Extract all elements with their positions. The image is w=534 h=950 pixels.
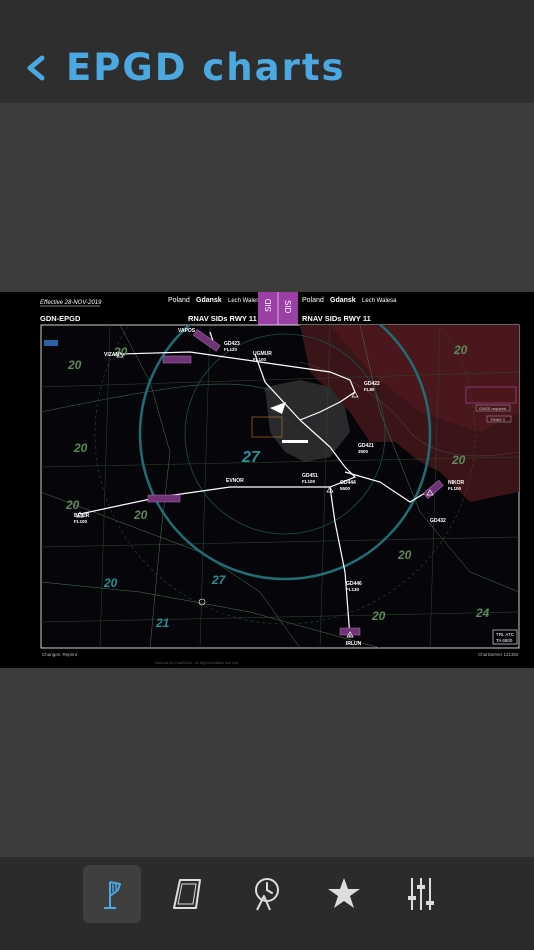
star-icon — [328, 878, 360, 908]
chart-footer-right: ChartServer 121302 — [478, 652, 519, 657]
chart-page-icon — [173, 879, 201, 909]
msa-14: 20 — [103, 576, 118, 590]
procedure-left: RNAV SIDs RWY 11 — [188, 314, 257, 323]
trans-level: TRL ATC — [496, 632, 515, 637]
msa-8: 20 — [397, 548, 412, 562]
lvl-5: FL100 — [302, 479, 316, 484]
back-button[interactable] — [24, 44, 48, 92]
lvl-6: 5500 — [340, 486, 351, 491]
country-left: Poland — [168, 297, 190, 304]
chart-footer-left: Changes: Reprint — [42, 652, 78, 657]
wp-irlun: IRLUN — [346, 641, 362, 647]
city-left: Gdansk — [196, 297, 222, 304]
gnss-note: GNSS required — [479, 406, 506, 411]
charts-tab[interactable] — [159, 865, 217, 923]
clock-history-icon — [255, 878, 279, 911]
msa-10: 24 — [475, 606, 490, 620]
procedure-right: RNAV SIDs RWY 11 — [302, 314, 371, 323]
msa-9: 20 — [371, 609, 386, 623]
tab-bar — [0, 857, 534, 950]
lvl-3: FL80 — [364, 387, 375, 392]
lvl-7: FL100 — [74, 519, 88, 524]
city-right: Gdansk — [330, 297, 356, 304]
icao-code: GDN-EPGD — [40, 314, 81, 323]
msa-12: 27 — [211, 573, 227, 587]
sid-badge-left: SID — [264, 298, 273, 312]
chart-watermark: NavData by ChartCloud - for flight simul… — [155, 661, 239, 665]
lvl-8: FL100 — [448, 486, 462, 491]
msa-4: 20 — [65, 498, 80, 512]
msa-6: 20 — [453, 343, 468, 357]
sliders-icon — [408, 878, 434, 910]
msa-3: 20 — [73, 441, 88, 455]
header-bar: EPGD charts — [0, 0, 534, 103]
airport-tab[interactable] — [83, 865, 141, 923]
chart-viewer[interactable]: Effective 28-NOV-2019 Poland Gdansk Lech… — [0, 292, 534, 668]
lvl-9: FL130 — [346, 587, 360, 592]
rnav-note: RNAV 1 — [491, 417, 506, 422]
lvl-2: FL100 — [253, 357, 267, 362]
airport-left: Lech Walesa — [228, 298, 263, 304]
effective-date: Effective 28-NOV-2019 — [40, 300, 102, 306]
country-right: Poland — [302, 297, 324, 304]
windsock-icon — [104, 881, 121, 909]
airport-right: Lech Walesa — [362, 298, 397, 304]
lvl-1: FL120 — [224, 347, 238, 352]
settings-tab[interactable] — [392, 865, 450, 923]
wp-gd432: GD432 — [430, 518, 446, 524]
recent-tab[interactable] — [238, 865, 296, 923]
favorites-tab[interactable] — [315, 865, 373, 923]
page-title: EPGD charts — [66, 46, 346, 89]
chevron-left-icon — [27, 55, 45, 81]
lvl-4: 3500 — [358, 449, 369, 454]
trans-alt: TA 6500 — [496, 638, 513, 643]
msa-2: 20 — [67, 358, 82, 372]
msa-5: 20 — [133, 508, 148, 522]
msa-13: 21 — [155, 616, 170, 630]
wp-evnor: EVNOR — [226, 478, 244, 484]
sid-badge-right: SID — [283, 300, 292, 314]
wp-vapos: VAPOS — [178, 328, 196, 334]
msa-11: 27 — [241, 449, 261, 466]
sid-chart[interactable]: Effective 28-NOV-2019 Poland Gdansk Lech… — [0, 292, 534, 668]
msa-7: 20 — [451, 453, 466, 467]
